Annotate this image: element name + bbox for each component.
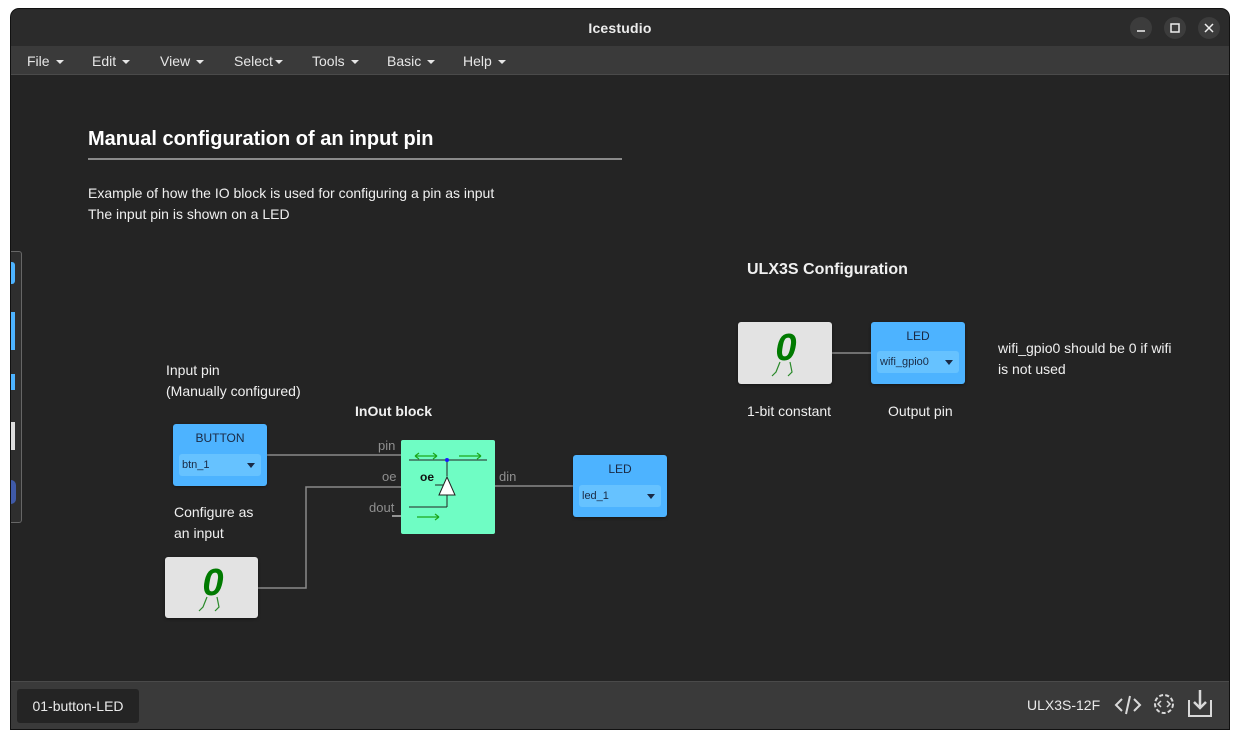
statusbar: 01-button-LED ULX3S-12F: [11, 681, 1229, 729]
caret-down-icon: [427, 60, 436, 65]
pin-select-value: led_1: [582, 490, 609, 502]
configure-note-line-2: an input: [174, 525, 224, 541]
minimize-button[interactable]: [1130, 17, 1152, 39]
caret-down-icon: [122, 60, 131, 65]
port-dout-label: dout: [369, 500, 395, 515]
close-icon: [1204, 23, 1214, 33]
inout-block[interactable]: oe: [401, 440, 495, 534]
configure-note-line-1: Configure as: [174, 504, 254, 520]
ulx3s-constant-block[interactable]: 0: [738, 322, 832, 384]
wifi-note-line-1: wifi_gpio0 should be 0 if wifi: [998, 340, 1172, 356]
side-panel-tab[interactable]: [11, 374, 15, 390]
caret-down-icon: [497, 60, 506, 65]
ulx3s-heading: ULX3S Configuration: [747, 261, 908, 278]
block-name: LED: [608, 462, 632, 476]
board-name[interactable]: ULX3S-12F: [1027, 697, 1100, 713]
side-panel-tab[interactable]: [11, 422, 15, 450]
side-panel-tab[interactable]: [11, 262, 15, 284]
output-caption: Output pin: [888, 403, 953, 419]
menu-tools-label: Tools: [312, 53, 345, 69]
menu-select-label: Select: [234, 53, 273, 69]
menu-view-label: View: [160, 53, 191, 69]
chevron-down-icon: [647, 494, 655, 499]
collapsed-side-panel[interactable]: [11, 251, 22, 523]
menu-select[interactable]: Select: [234, 53, 283, 69]
title-divider: [88, 158, 622, 160]
menu-file-label: File: [27, 53, 50, 69]
inout-block-label: InOut block: [355, 403, 432, 419]
constant-block[interactable]: 0: [165, 557, 258, 618]
close-button[interactable]: [1198, 17, 1220, 39]
download-icon[interactable]: [1186, 688, 1214, 720]
input-pin-note: Input pin (Manually configured): [166, 360, 301, 402]
menu-help[interactable]: Help: [463, 53, 506, 69]
side-panel-tab[interactable]: [11, 480, 16, 504]
code-icon[interactable]: [1114, 692, 1142, 718]
description-line-2: The input pin is shown on a LED: [88, 206, 290, 222]
tristate-buffer-icon: oe: [409, 452, 487, 521]
pin-select-value: btn_1: [182, 459, 210, 471]
configure-note: Configure as an input: [174, 502, 253, 544]
pin-select[interactable]: led_1: [579, 485, 661, 507]
constant-zero-icon: 0: [771, 327, 797, 377]
menu-basic-label: Basic: [387, 53, 422, 69]
pin-select[interactable]: wifi_gpio0: [877, 351, 959, 373]
minimize-icon: [1137, 30, 1145, 32]
port-pin-label: pin: [378, 438, 396, 453]
chevron-down-icon: [945, 360, 953, 365]
design-canvas[interactable]: Manual configuration of an input pin Exa…: [11, 75, 1229, 681]
pin-select[interactable]: btn_1: [179, 454, 261, 476]
pin-select-value: wifi_gpio0: [880, 356, 929, 368]
description-line-1: Example of how the IO block is used for …: [88, 185, 495, 201]
description: Example of how the IO block is used for …: [88, 183, 494, 225]
menu-view[interactable]: View: [160, 53, 205, 69]
menu-tools[interactable]: Tools: [312, 53, 359, 69]
maximize-icon: [1170, 23, 1180, 33]
wifi-note-line-2: is not used: [998, 361, 1066, 377]
caret-down-icon: [350, 60, 359, 65]
titlebar: Icestudio: [11, 9, 1229, 46]
block-name: LED: [906, 329, 930, 343]
port-din-label: din: [499, 469, 517, 484]
chevron-down-icon: [247, 463, 255, 468]
menu-edit[interactable]: Edit: [92, 53, 131, 69]
menu-file[interactable]: File: [27, 53, 64, 69]
caret-down-icon: [55, 60, 64, 65]
led-output-block[interactable]: LED led_1: [573, 455, 667, 517]
input-pin-note-line-1: Input pin: [166, 362, 220, 378]
design-tab[interactable]: 01-button-LED: [17, 689, 139, 723]
button-input-block[interactable]: BUTTON btn_1: [173, 424, 267, 486]
wifi-note: wifi_gpio0 should be 0 if wifi is not us…: [998, 338, 1172, 380]
caret-down-icon: [196, 60, 205, 65]
page-title: Manual configuration of an input pin: [88, 128, 434, 150]
block-name: BUTTON: [195, 431, 245, 445]
settings-icon[interactable]: [1150, 690, 1178, 718]
constant-zero-icon: 0: [198, 562, 224, 612]
app-window: Icestudio File Edit View Select Tools Ba…: [11, 9, 1229, 729]
menu-basic[interactable]: Basic: [387, 53, 436, 69]
side-panel-tab[interactable]: [11, 312, 15, 350]
constant-digit: 0: [202, 562, 223, 604]
const-caption: 1-bit constant: [747, 403, 832, 419]
port-oe-label: oe: [382, 469, 397, 484]
window-title: Icestudio: [588, 20, 652, 36]
input-pin-note-line-2: (Manually configured): [166, 383, 301, 399]
menu-help-label: Help: [463, 53, 492, 69]
wifi-output-block[interactable]: LED wifi_gpio0: [871, 322, 965, 384]
menubar: File Edit View Select Tools Basic Help: [11, 46, 1229, 75]
menu-edit-label: Edit: [92, 53, 117, 69]
inner-oe-label: oe: [420, 470, 434, 484]
caret-down-icon: [274, 60, 283, 65]
maximize-button[interactable]: [1164, 17, 1186, 39]
constant-digit: 0: [775, 327, 796, 369]
